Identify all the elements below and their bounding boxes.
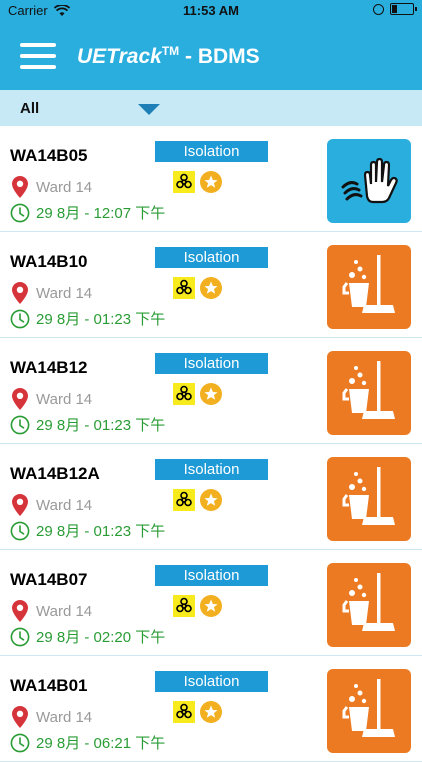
biohazard-icon: [173, 171, 195, 193]
room-code: WA14B07: [10, 570, 88, 589]
mop-bucket-icon: [339, 677, 399, 746]
status-badge: Isolation: [155, 141, 268, 162]
orientation-lock-icon: [373, 3, 384, 15]
menu-bar-icon: [20, 43, 56, 47]
biohazard-icon: [173, 595, 195, 617]
location: Ward 14: [12, 176, 92, 198]
mop-bucket-icon: [339, 571, 399, 640]
cleaning-action-button[interactable]: [327, 563, 411, 647]
hazard-badges: [173, 171, 222, 193]
title-trademark: TM: [161, 44, 180, 58]
wipe-action-button[interactable]: [327, 139, 411, 223]
list-item[interactable]: WA14B12A Isolation Ward 14 29 8月 - 01:23…: [0, 444, 422, 550]
location: Ward 14: [12, 282, 92, 304]
room-code: WA14B05: [10, 146, 88, 165]
room-list: WA14B05 Isolation Ward 14 29 8月 - 12:07 …: [0, 126, 422, 762]
menu-button[interactable]: [20, 43, 56, 69]
list-item[interactable]: WA14B05 Isolation Ward 14 29 8月 - 12:07 …: [0, 126, 422, 232]
filter-selected-label: All: [20, 100, 40, 117]
mop-bucket-icon: [339, 359, 399, 428]
timestamp-text: 29 8月 - 01:23 下午: [36, 523, 166, 540]
star-icon: [200, 277, 222, 299]
app-header: UETrackTM - BDMS: [0, 22, 422, 90]
cleaning-action-button[interactable]: [327, 457, 411, 541]
room-code: WA14B10: [10, 252, 88, 271]
status-right: [373, 3, 417, 15]
star-icon: [200, 489, 222, 511]
location-pin-icon: [12, 388, 28, 410]
clock-icon: [10, 415, 30, 434]
hazard-badges: [173, 595, 222, 617]
ward-label: Ward 14: [36, 390, 93, 408]
hazard-badges: [173, 383, 222, 405]
status-badge: Isolation: [155, 671, 268, 692]
cleaning-action-button[interactable]: [327, 351, 411, 435]
biohazard-icon: [173, 701, 195, 723]
status-badge: Isolation: [155, 353, 268, 374]
hazard-badges: [173, 701, 222, 723]
biohazard-icon: [173, 277, 195, 299]
timestamp-text: 29 8月 - 01:23 下午: [36, 311, 166, 328]
location-pin-icon: [12, 706, 28, 728]
clock-icon: [10, 521, 30, 540]
menu-bar-icon: [20, 65, 56, 69]
room-code: WA14B12A: [10, 464, 100, 483]
timestamp: 29 8月 - 01:23 下午: [10, 414, 165, 435]
status-badge: Isolation: [155, 247, 268, 268]
list-item[interactable]: WA14B01 Isolation Ward 14 29 8月 - 06:21 …: [0, 656, 422, 762]
page-title: UETrackTM - BDMS: [77, 44, 260, 69]
star-icon: [200, 383, 222, 405]
timestamp: 29 8月 - 12:07 下午: [10, 202, 165, 223]
location-pin-icon: [12, 282, 28, 304]
status-bar: Carrier 11:53 AM: [0, 0, 422, 22]
location: Ward 14: [12, 494, 92, 516]
timestamp-text: 29 8月 - 02:20 下午: [36, 629, 166, 646]
list-item[interactable]: WA14B07 Isolation Ward 14 29 8月 - 02:20 …: [0, 550, 422, 656]
location: Ward 14: [12, 706, 92, 728]
clock-icon: [10, 627, 30, 646]
mop-bucket-icon: [339, 465, 399, 534]
clock-icon: [10, 203, 30, 222]
filter-dropdown[interactable]: All: [0, 90, 422, 126]
location: Ward 14: [12, 388, 92, 410]
biohazard-icon: [173, 383, 195, 405]
clock-icon: [10, 309, 30, 328]
list-item[interactable]: WA14B12 Isolation Ward 14 29 8月 - 01:23 …: [0, 338, 422, 444]
ward-label: Ward 14: [36, 708, 93, 726]
status-time: 11:53 AM: [183, 3, 239, 18]
hazard-badges: [173, 277, 222, 299]
battery-icon: [390, 3, 417, 15]
title-rest: - BDMS: [179, 45, 260, 68]
star-icon: [200, 171, 222, 193]
star-icon: [200, 595, 222, 617]
room-code: WA14B12: [10, 358, 88, 377]
location: Ward 14: [12, 600, 92, 622]
chevron-down-icon: [138, 104, 160, 115]
menu-bar-icon: [20, 54, 56, 58]
location-pin-icon: [12, 176, 28, 198]
timestamp-text: 29 8月 - 01:23 下午: [36, 417, 166, 434]
cleaning-action-button[interactable]: [327, 669, 411, 753]
location-pin-icon: [12, 600, 28, 622]
timestamp: 29 8月 - 02:20 下午: [10, 626, 165, 647]
room-code: WA14B01: [10, 676, 88, 695]
timestamp-text: 29 8月 - 12:07 下午: [36, 205, 166, 222]
status-badge: Isolation: [155, 459, 268, 480]
hazard-badges: [173, 489, 222, 511]
ward-label: Ward 14: [36, 284, 93, 302]
timestamp: 29 8月 - 01:23 下午: [10, 308, 165, 329]
ward-label: Ward 14: [36, 602, 93, 620]
biohazard-icon: [173, 489, 195, 511]
title-brand: UETrack: [77, 45, 162, 68]
hand-wipe-icon: [337, 153, 401, 210]
ward-label: Ward 14: [36, 178, 93, 196]
ward-label: Ward 14: [36, 496, 93, 514]
location-pin-icon: [12, 494, 28, 516]
list-item[interactable]: WA14B10 Isolation Ward 14 29 8月 - 01:23 …: [0, 232, 422, 338]
mop-bucket-icon: [339, 253, 399, 322]
cleaning-action-button[interactable]: [327, 245, 411, 329]
timestamp: 29 8月 - 01:23 下午: [10, 520, 165, 541]
status-badge: Isolation: [155, 565, 268, 586]
star-icon: [200, 701, 222, 723]
